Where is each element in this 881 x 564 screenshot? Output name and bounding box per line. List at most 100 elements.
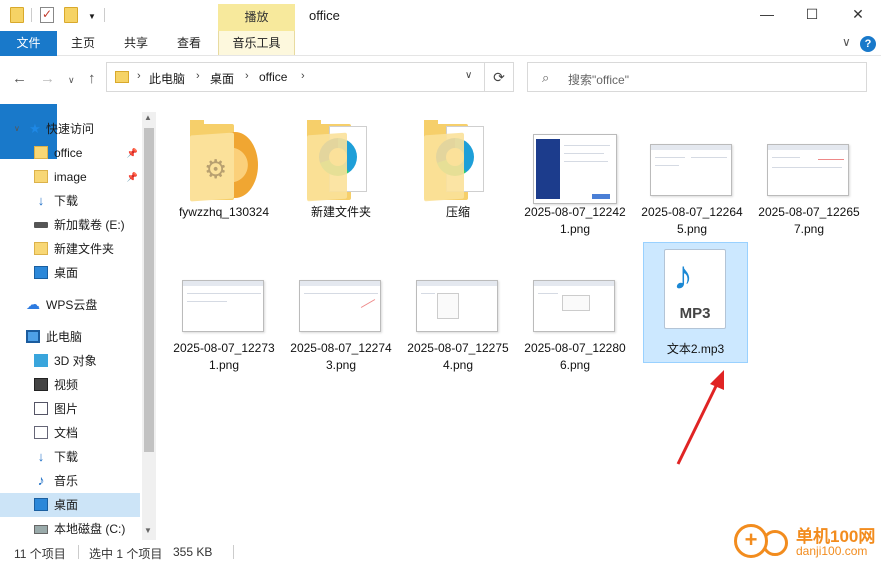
separator xyxy=(233,545,234,559)
file-item[interactable]: 2025-08-07_122645.png xyxy=(640,112,744,240)
image-thumbnail xyxy=(767,144,849,196)
breadcrumb-office[interactable]: office xyxy=(259,70,287,84)
image-thumbnail xyxy=(299,280,381,332)
sidebar-item-videos[interactable]: 视频 xyxy=(0,373,140,397)
scroll-up-icon[interactable]: ▲ xyxy=(144,113,152,122)
image-thumbnail xyxy=(416,280,498,332)
sidebar-item-label: image xyxy=(54,170,87,184)
sidebar-item-desktop[interactable]: 桌面 xyxy=(0,493,140,517)
desktop-icon xyxy=(34,498,48,511)
tab-music-tools[interactable]: 音乐工具 xyxy=(218,31,295,55)
scroll-down-icon[interactable]: ▼ xyxy=(144,526,152,535)
tab-share[interactable]: 共享 xyxy=(113,31,159,55)
image-thumbnail xyxy=(182,280,264,332)
file-item[interactable]: 2025-08-07_122743.png xyxy=(289,248,393,376)
expand-icon[interactable]: ∨ xyxy=(14,117,20,141)
sidebar-item-wps-cloud[interactable]: ☁ WPS云盘 xyxy=(0,293,140,317)
folder-icon xyxy=(34,242,48,255)
desktop-icon xyxy=(34,266,48,279)
pin-icon: 📌 xyxy=(126,148,138,158)
search-input[interactable]: ⌕ 搜索"office" xyxy=(527,62,867,92)
chevron-down-icon[interactable]: ∨ xyxy=(465,70,472,81)
sidebar-item-new-folder[interactable]: 新建文件夹 xyxy=(0,237,140,261)
help-icon[interactable]: ? xyxy=(860,36,876,52)
download-icon: ↓ xyxy=(37,193,45,208)
collapse-ribbon-icon[interactable]: ∨ xyxy=(842,35,851,49)
watermark-url: danji100.com xyxy=(796,544,868,558)
tab-home[interactable]: 主页 xyxy=(60,31,106,55)
recent-locations-icon[interactable]: ∨ xyxy=(68,75,75,86)
customize-quick-access-icon[interactable]: ▼ xyxy=(88,12,96,21)
file-item-selected[interactable]: ♪ MP3 文本2.mp3 xyxy=(643,242,748,363)
file-item[interactable]: 2025-08-07_122421.png xyxy=(523,112,627,240)
sidebar-item-drive-c[interactable]: 本地磁盘 (C:) xyxy=(0,517,140,540)
close-button[interactable]: ✕ xyxy=(835,0,881,31)
chevron-right-icon[interactable]: › xyxy=(245,70,249,82)
properties-icon[interactable]: ✓ xyxy=(40,7,54,23)
breadcrumb-desktop[interactable]: 桌面 xyxy=(210,70,234,87)
video-icon xyxy=(34,378,48,391)
file-item[interactable]: 2025-08-07_122731.png xyxy=(172,248,276,376)
scrollbar-thumb[interactable] xyxy=(144,128,154,452)
pictures-icon xyxy=(34,402,48,415)
sidebar-item-downloads-pc[interactable]: ↓ 下载 xyxy=(0,445,140,469)
ribbon: 文件 主页 共享 查看 音乐工具 ∨ ? xyxy=(0,31,881,159)
file-item[interactable]: 2025-08-07_122754.png xyxy=(406,248,510,376)
chevron-right-icon[interactable]: › xyxy=(196,70,200,82)
back-icon[interactable]: ← xyxy=(12,70,27,87)
new-folder-icon[interactable] xyxy=(64,7,78,23)
navigation-pane: ∨ ★ 快速访问 office 📌 image 📌 ↓ 下载 新加载卷 (E:)… xyxy=(0,112,158,540)
sidebar-item-label: 下载 xyxy=(54,194,79,208)
sidebar-item-3d-objects[interactable]: 3D 对象 xyxy=(0,349,140,373)
sidebar-item-desktop-quick[interactable]: 桌面 xyxy=(0,261,140,285)
sidebar-item-label: 桌面 xyxy=(54,266,79,280)
sidebar-item-music[interactable]: ♪ 音乐 xyxy=(0,469,140,493)
sidebar-item-label: 文档 xyxy=(54,426,79,440)
selection-size: 355 KB xyxy=(173,545,213,559)
star-icon: ★ xyxy=(29,121,41,136)
computer-icon xyxy=(26,330,40,343)
sidebar-item-quick-access[interactable]: ∨ ★ 快速访问 xyxy=(0,117,140,141)
breadcrumb-this-pc[interactable]: 此电脑 xyxy=(149,70,185,87)
file-name: 2025-08-07_122806.png xyxy=(524,341,626,372)
file-item[interactable]: 2025-08-07_122657.png xyxy=(757,112,861,240)
file-item[interactable]: 2025-08-07_122806.png xyxy=(523,248,627,376)
sidebar-item-drive-e[interactable]: 新加载卷 (E:) xyxy=(0,213,140,237)
file-name: 文本2.mp3 xyxy=(666,342,725,356)
context-tab-play[interactable]: 播放 xyxy=(218,4,295,31)
sidebar-item-label: 3D 对象 xyxy=(54,354,97,368)
refresh-button[interactable]: ⟳ xyxy=(484,62,514,92)
image-thumbnail xyxy=(650,144,732,196)
sidebar-item-label: 新加载卷 (E:) xyxy=(54,218,125,232)
watermark-logo: + 单机100网 danji100.com xyxy=(732,520,881,564)
maximize-button[interactable]: ☐ xyxy=(789,0,835,31)
sidebar-item-this-pc[interactable]: 此电脑 xyxy=(0,325,140,349)
tab-view[interactable]: 查看 xyxy=(166,31,212,55)
folder-icon xyxy=(10,7,24,23)
search-placeholder: 搜索"office" xyxy=(568,73,629,87)
sidebar-item-label: 本地磁盘 (C:) xyxy=(54,522,126,536)
file-name: 压缩 xyxy=(445,205,470,219)
sidebar-item-label: 音乐 xyxy=(54,474,79,488)
file-name: 新建文件夹 xyxy=(310,205,371,219)
file-name: 2025-08-07_122754.png xyxy=(407,341,509,372)
chevron-right-icon[interactable]: › xyxy=(301,70,305,82)
forward-icon[interactable]: → xyxy=(40,70,55,87)
file-item[interactable]: ⚙ fywzzhq_130324 xyxy=(172,112,276,240)
sidebar-item-downloads[interactable]: ↓ 下载 xyxy=(0,189,140,213)
minimize-button[interactable]: — xyxy=(744,0,790,31)
up-icon[interactable]: ↑ xyxy=(88,70,96,87)
search-icon: ⌕ xyxy=(542,70,550,85)
chevron-right-icon[interactable]: › xyxy=(137,70,141,82)
sidebar-item-pictures[interactable]: 图片 xyxy=(0,397,140,421)
sidebar-item-image[interactable]: image 📌 xyxy=(0,165,140,189)
file-item[interactable]: 压缩 xyxy=(406,112,510,240)
3d-objects-icon xyxy=(34,354,48,367)
address-bar[interactable]: › 此电脑 › 桌面 › office › ∨ xyxy=(106,62,514,92)
separator xyxy=(104,8,105,22)
sidebar-item-documents[interactable]: 文档 xyxy=(0,421,140,445)
sidebar-item-office[interactable]: office 📌 xyxy=(0,141,140,165)
download-icon: ↓ xyxy=(37,449,45,464)
pin-icon: 📌 xyxy=(126,172,138,182)
file-item[interactable]: 新建文件夹 xyxy=(289,112,393,240)
